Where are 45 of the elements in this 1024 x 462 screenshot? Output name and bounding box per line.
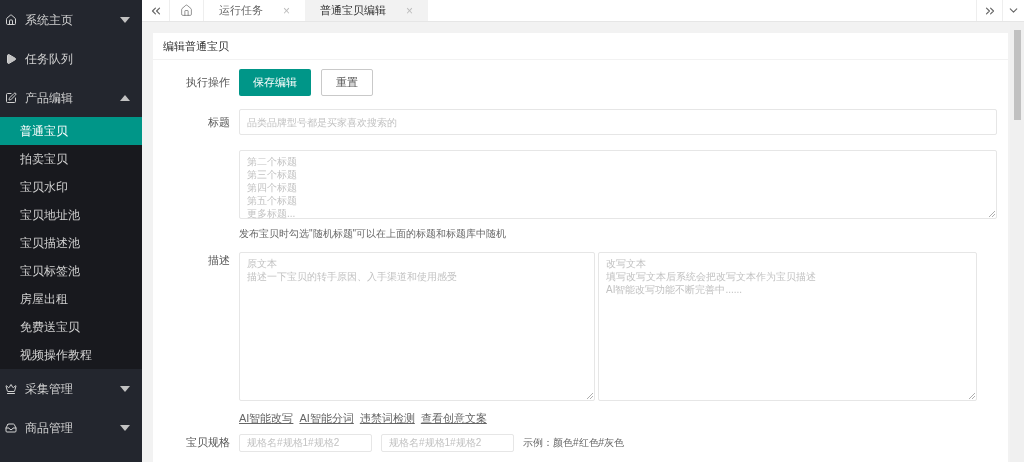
field-label: 描述 — [207, 253, 230, 268]
caret-down-icon — [120, 424, 130, 431]
tab-label[interactable]: 运行任务 — [219, 2, 263, 19]
inbox-icon — [5, 421, 17, 434]
text-link[interactable]: 违禁词检测 — [359, 410, 415, 427]
menu-item[interactable]: 商品管理 — [0, 408, 142, 447]
menu-item[interactable]: 系统主页 — [0, 0, 142, 39]
resize-handle-icon[interactable] — [969, 393, 975, 399]
text-link[interactable]: 查看创意文案 — [420, 410, 487, 427]
caret-down-icon — [120, 385, 130, 392]
submenu-item[interactable]: 宝贝水印 — [0, 173, 142, 201]
crown-icon — [5, 382, 17, 395]
home-icon — [5, 13, 17, 26]
submenu-item[interactable]: 宝贝标签池 — [0, 257, 142, 285]
submenu-item[interactable]: 宝贝描述池 — [0, 229, 142, 257]
resize-handle-icon[interactable] — [989, 211, 995, 217]
menu-item[interactable]: 采集管理 — [0, 369, 142, 408]
field-label: 标题 — [207, 114, 230, 130]
scrollbar-thumb[interactable] — [1013, 30, 1021, 120]
submenu-item[interactable]: 视频操作教程 — [0, 341, 142, 369]
menu-item[interactable]: 产品编辑 — [0, 78, 142, 117]
reset-button[interactable]: 重置 — [321, 69, 373, 96]
title-hint: 发布宝贝时勾选"随机标题"可以在上面的标题和标题库中随机 — [239, 227, 507, 241]
caret-up-icon — [120, 94, 130, 101]
resize-handle-icon[interactable] — [587, 393, 593, 399]
submenu-item[interactable]: 普通宝贝 — [0, 117, 142, 145]
save-button[interactable]: 保存编辑 — [239, 69, 311, 96]
tab[interactable]: 普通宝贝编辑 × — [305, 0, 429, 21]
edit-icon — [5, 91, 17, 104]
home-icon — [180, 4, 193, 17]
card-title: 编辑普通宝贝 — [153, 33, 1008, 60]
text-link[interactable]: AI智能改写 — [239, 410, 294, 427]
field-label: 执行操作 — [185, 75, 230, 91]
submenu-item[interactable]: 拍卖宝贝 — [0, 145, 142, 173]
caret-down-icon — [120, 16, 130, 23]
submenu-item[interactable]: 免费送宝贝 — [0, 313, 142, 341]
spec-example: 示例：颜色#红色#灰色 — [523, 436, 625, 450]
tab[interactable]: 运行任务 × — [204, 0, 305, 21]
submenu-item[interactable]: 房屋出租 — [0, 285, 142, 313]
field-label: 宝贝规格 — [185, 435, 230, 451]
play-icon — [5, 52, 17, 65]
tab-label[interactable]: 普通宝贝编辑 — [320, 2, 386, 19]
submenu-item[interactable]: 宝贝地址池 — [0, 201, 142, 229]
text-link[interactable]: AI智能分词 — [299, 410, 354, 427]
menu-item[interactable]: 任务队列 — [0, 39, 142, 78]
